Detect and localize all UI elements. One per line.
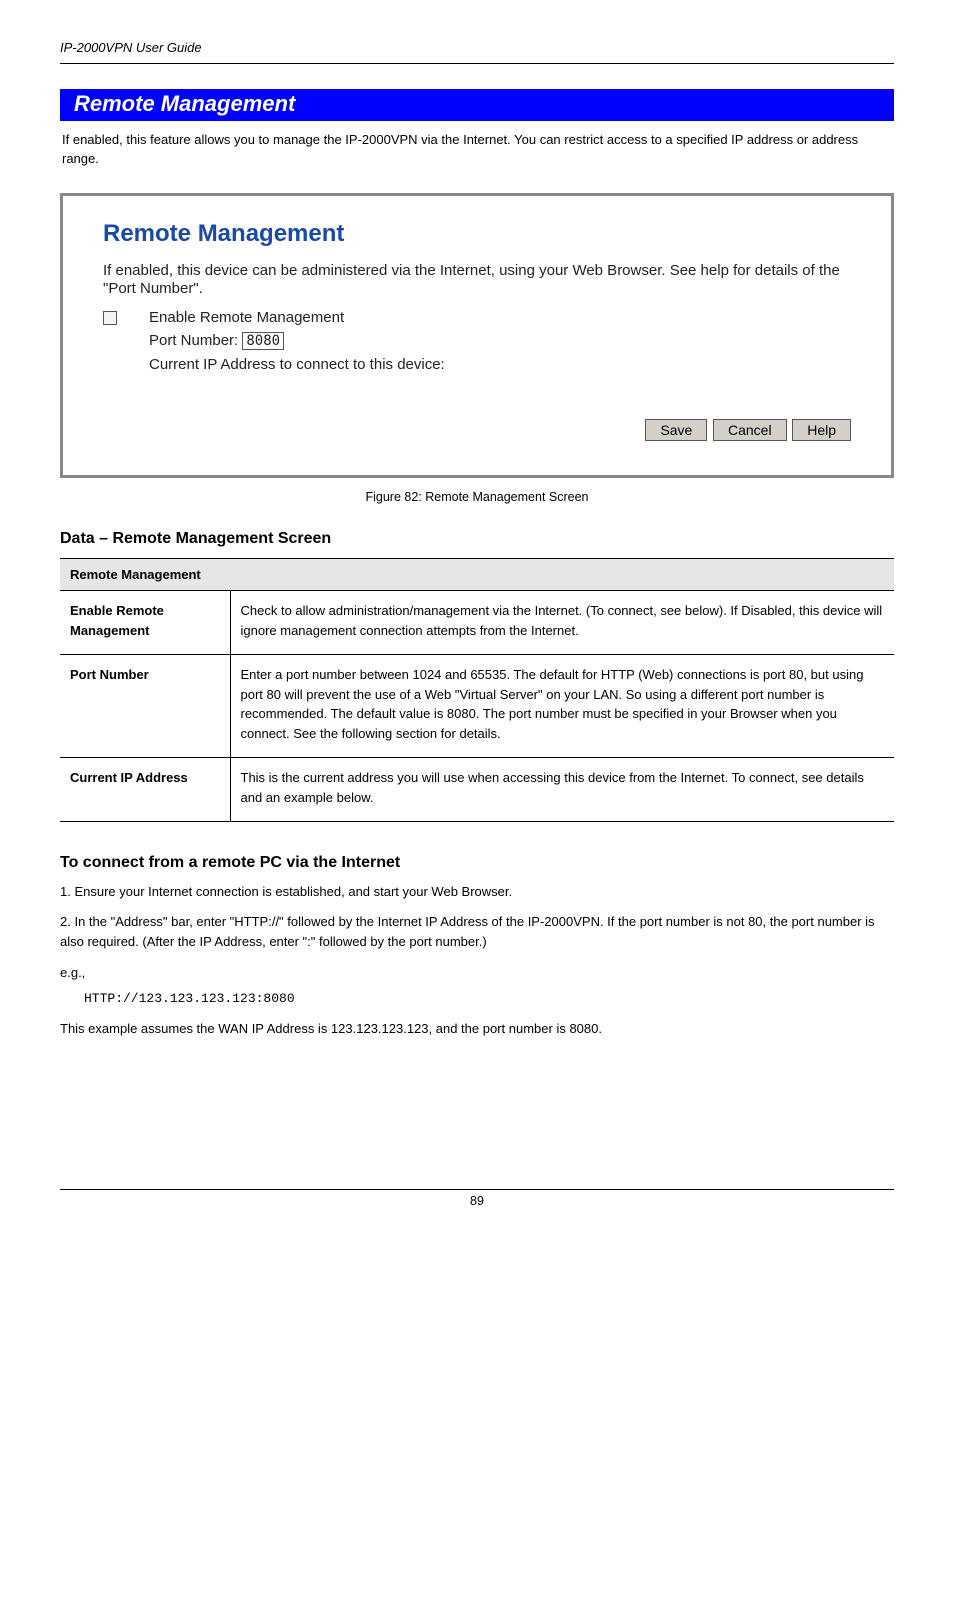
table-row: Port Number Enter a port number between … <box>60 655 894 758</box>
row-label: Current IP Address <box>60 758 230 822</box>
section-intro: If enabled, this feature allows you to m… <box>62 131 892 169</box>
current-ip-label: Current IP Address to connect to this de… <box>149 356 851 373</box>
help-button[interactable]: Help <box>792 419 851 441</box>
connect-heading: To connect from a remote PC via the Inte… <box>60 854 894 872</box>
enable-checkbox[interactable] <box>103 311 117 325</box>
example-label: e.g., <box>60 963 85 983</box>
connect-step2: 2. In the "Address" bar, enter "HTTP://"… <box>60 912 894 952</box>
example-url: HTTP://123.123.123.123:8080 <box>84 989 894 1009</box>
row-label: Enable Remote Management <box>60 591 230 655</box>
connect-body: 1. Ensure your Internet connection is es… <box>60 882 894 1039</box>
header-rule <box>60 63 894 64</box>
connect-example-line: e.g., <box>60 963 894 983</box>
header-left: IP-2000VPN User Guide <box>60 40 202 55</box>
port-label: Port Number: <box>149 332 238 349</box>
remote-management-screenshot: Remote Management If enabled, this devic… <box>60 193 894 479</box>
page-footer: 89 <box>60 1189 894 1208</box>
row-value: Enter a port number between 1024 and 655… <box>230 655 894 758</box>
example-tail: This example assumes the WAN IP Address … <box>60 1019 894 1039</box>
screenshot-desc: If enabled, this device can be administe… <box>103 262 851 300</box>
port-input[interactable]: 8080 <box>242 332 284 350</box>
row-value: Check to allow administration/management… <box>230 591 894 655</box>
row-value: This is the current address you will use… <box>230 758 894 822</box>
data-table: Remote Management Enable Remote Manageme… <box>60 558 894 822</box>
enable-checkbox-label: Enable Remote Management <box>149 309 344 326</box>
page-number: 89 <box>470 1194 484 1208</box>
table-header: Remote Management <box>60 559 894 591</box>
connect-step1: 1. Ensure your Internet connection is es… <box>60 882 894 902</box>
data-heading: Data – Remote Management Screen <box>60 530 894 548</box>
save-button[interactable]: Save <box>645 419 707 441</box>
table-row: Current IP Address This is the current a… <box>60 758 894 822</box>
cancel-button[interactable]: Cancel <box>713 419 787 441</box>
section-bar: Remote Management <box>60 89 894 121</box>
row-label: Port Number <box>60 655 230 758</box>
section-bar-title: Remote Management <box>74 91 295 116</box>
figure-caption: Figure 82: Remote Management Screen <box>60 490 894 504</box>
screenshot-title: Remote Management <box>103 220 851 248</box>
table-row: Enable Remote Management Check to allow … <box>60 591 894 655</box>
